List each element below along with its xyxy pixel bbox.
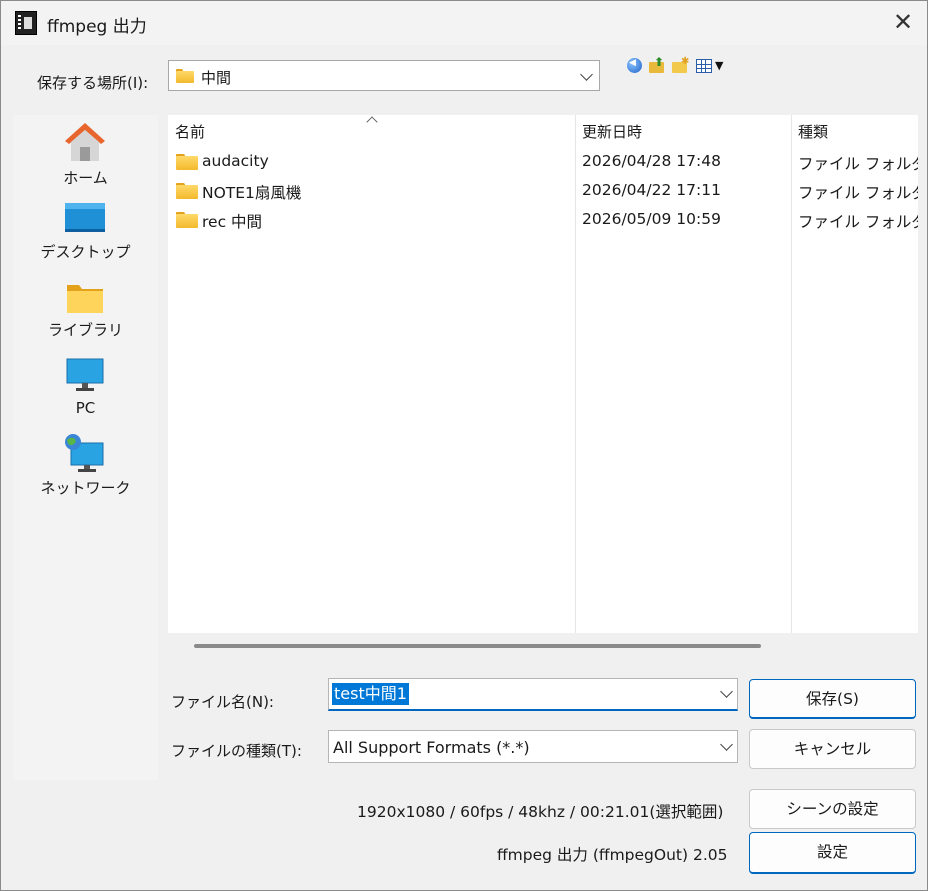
pc-icon bbox=[66, 358, 104, 391]
view-dropdown-arrow[interactable]: ▼ bbox=[715, 59, 733, 77]
filetype-select[interactable]: All Support Formats (*.*) bbox=[328, 730, 738, 763]
save-dialog: ffmpeg 出力 ✕ 保存する場所(I): 中間 ⬆ ✱ ▼ ホ bbox=[0, 0, 928, 891]
horizontal-scrollbar[interactable] bbox=[194, 644, 761, 648]
back-icon[interactable] bbox=[627, 58, 642, 73]
desktop-icon bbox=[65, 203, 105, 232]
folder-icon bbox=[176, 69, 194, 83]
place-label: ホーム bbox=[63, 169, 108, 187]
filename-input[interactable]: test中間1 bbox=[328, 678, 738, 711]
file-type: ファイル フォルダー bbox=[798, 155, 918, 173]
place-desktop[interactable]: デスクトップ bbox=[13, 201, 158, 265]
chevron-down-icon bbox=[580, 68, 593, 81]
file-date: 2026/04/28 17:48 bbox=[582, 152, 721, 170]
home-icon bbox=[65, 123, 105, 161]
file-date: 2026/05/09 10:59 bbox=[582, 210, 721, 228]
table-row[interactable]: audacity 2026/04/28 17:48 ファイル フォルダー bbox=[168, 147, 918, 175]
folder-icon bbox=[176, 212, 198, 228]
chevron-down-icon[interactable] bbox=[720, 738, 733, 751]
file-name: NOTE1扇風機 bbox=[202, 184, 302, 202]
place-label: PC bbox=[75, 399, 96, 417]
close-button[interactable]: ✕ bbox=[881, 7, 925, 39]
save-in-label: 保存する場所(I): bbox=[37, 74, 149, 92]
settings-button[interactable]: 設定 bbox=[749, 832, 916, 874]
cancel-button[interactable]: キャンセル bbox=[749, 729, 916, 769]
place-label: デスクトップ bbox=[40, 243, 131, 261]
plugin-version-text: ffmpeg 出力 (ffmpegOut) 2.05 bbox=[497, 846, 728, 864]
table-row[interactable]: rec 中間 2026/05/09 10:59 ファイル フォルダー bbox=[168, 205, 918, 233]
network-icon bbox=[65, 434, 104, 472]
filetype-label: ファイルの種類(T): bbox=[171, 742, 302, 760]
place-pc[interactable]: PC bbox=[13, 357, 158, 421]
column-header-type[interactable]: 種類 bbox=[798, 121, 828, 142]
place-library[interactable]: ライブラリ bbox=[13, 279, 158, 343]
new-folder-icon[interactable]: ✱ bbox=[672, 56, 690, 75]
file-type: ファイル フォルダー bbox=[798, 213, 918, 231]
filename-label: ファイル名(N): bbox=[171, 693, 274, 711]
file-name: audacity bbox=[202, 152, 269, 170]
place-home[interactable]: ホーム bbox=[13, 119, 158, 191]
column-header-date[interactable]: 更新日時 bbox=[582, 121, 642, 142]
file-list: 名前 更新日時 種類 audacity 2026/04/28 17:48 ファイ… bbox=[168, 115, 918, 633]
filename-value: test中間1 bbox=[332, 683, 409, 705]
file-date: 2026/04/22 17:11 bbox=[582, 181, 721, 199]
close-icon: ✕ bbox=[892, 8, 914, 36]
save-button[interactable]: 保存(S) bbox=[749, 679, 916, 719]
location-value: 中間 bbox=[201, 69, 232, 87]
title-bar: ffmpeg 出力 ✕ bbox=[1, 1, 927, 45]
library-icon bbox=[67, 285, 103, 313]
place-label: ネットワーク bbox=[40, 479, 131, 497]
folder-icon bbox=[176, 154, 198, 170]
scene-settings-button[interactable]: シーンの設定 bbox=[749, 789, 916, 829]
filetype-value: All Support Formats (*.*) bbox=[333, 738, 530, 757]
ffmpeg-app-icon bbox=[15, 11, 37, 35]
video-info-text: 1920x1080 / 60fps / 48khz / 00:21.01(選択範… bbox=[357, 803, 724, 821]
up-folder-icon[interactable]: ⬆ bbox=[649, 55, 667, 75]
sort-ascending-icon bbox=[366, 116, 378, 128]
places-sidebar: ホーム デスクトップ ライブラリ PC ネットワーク bbox=[13, 115, 158, 780]
column-header-name[interactable]: 名前 bbox=[175, 121, 205, 142]
file-type: ファイル フォルダー bbox=[798, 184, 918, 202]
folder-icon bbox=[176, 183, 198, 199]
table-row[interactable]: NOTE1扇風機 2026/04/22 17:11 ファイル フォルダー bbox=[168, 176, 918, 204]
file-name: rec 中間 bbox=[202, 213, 263, 231]
place-network[interactable]: ネットワーク bbox=[13, 433, 158, 499]
view-menu-icon[interactable] bbox=[696, 59, 712, 73]
place-label: ライブラリ bbox=[47, 321, 123, 339]
chevron-down-icon[interactable] bbox=[720, 685, 733, 698]
window-title: ffmpeg 出力 bbox=[47, 17, 147, 37]
location-combo[interactable]: 中間 bbox=[168, 60, 600, 91]
